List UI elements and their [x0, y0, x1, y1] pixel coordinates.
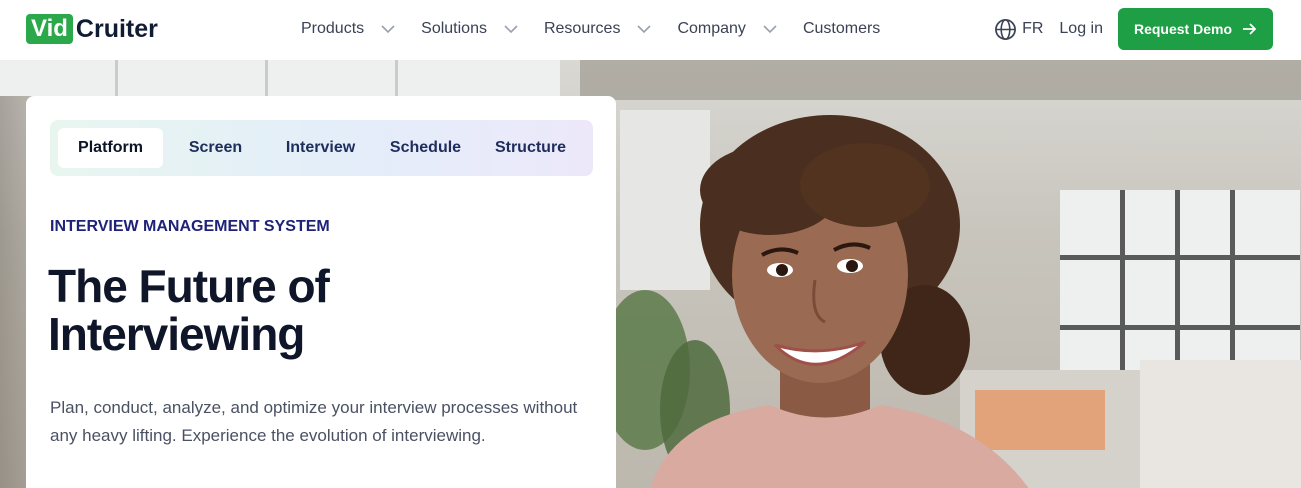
menu-item-label: Customers	[802, 20, 881, 37]
tab-structure[interactable]: Structure	[478, 128, 583, 168]
hero-description: Plan, conduct, analyze, and optimize you…	[50, 398, 578, 445]
hero-card: Platform Screen Interview Schedule Struc…	[26, 96, 616, 488]
language-label: FR	[1022, 20, 1044, 37]
menu-item-products[interactable]: Products	[301, 20, 421, 38]
logo-wordmark: Cruiter	[75, 15, 158, 43]
request-demo-button[interactable]: Request Demo	[1118, 8, 1273, 50]
chevron-down-icon	[504, 24, 518, 34]
smiling-woman-photo	[650, 115, 1029, 488]
menu-item-solutions[interactable]: Solutions	[421, 20, 544, 38]
nav-actions: FR Log in Request Demo	[994, 8, 1273, 50]
menu-item-company[interactable]: Company	[677, 20, 802, 38]
chevron-down-icon	[637, 24, 652, 34]
menu-item-label: Products	[301, 20, 365, 37]
logo-vid-mark: Vid	[26, 14, 73, 44]
menu-item-label: Resources	[543, 20, 621, 37]
chevron-down-icon	[381, 24, 395, 34]
arrow-right-icon	[1242, 23, 1257, 35]
chevron-down-icon	[763, 24, 777, 34]
vidcruiter-logo[interactable]: Vid Cruiter	[26, 14, 158, 44]
hero-eyebrow: INTERVIEW MANAGEMENT SYSTEM	[50, 218, 330, 235]
login-link[interactable]: Log in	[1059, 20, 1103, 38]
top-navigation: Vid Cruiter Products Solutions Resources…	[0, 0, 1301, 60]
hero-headline: The Future of Interviewing	[48, 262, 448, 358]
product-tabs: Platform Screen Interview Schedule Struc…	[50, 120, 593, 176]
headline-line-2: Interviewing	[48, 308, 305, 360]
main-menu: Products Solutions Resources Company Cus…	[301, 0, 880, 58]
globe-icon	[995, 18, 1017, 40]
request-demo-label: Request Demo	[1133, 21, 1233, 37]
tab-schedule[interactable]: Schedule	[373, 128, 478, 168]
menu-item-label: Company	[677, 20, 746, 37]
menu-item-resources[interactable]: Resources	[544, 20, 677, 38]
language-switcher[interactable]: FR	[994, 18, 1043, 41]
tab-platform[interactable]: Platform	[58, 128, 163, 168]
menu-item-label: Solutions	[421, 20, 487, 37]
menu-item-customers[interactable]: Customers	[803, 20, 880, 38]
tab-screen[interactable]: Screen	[163, 128, 268, 168]
tab-interview[interactable]: Interview	[268, 128, 373, 168]
headline-line-1: The Future of	[48, 260, 330, 312]
